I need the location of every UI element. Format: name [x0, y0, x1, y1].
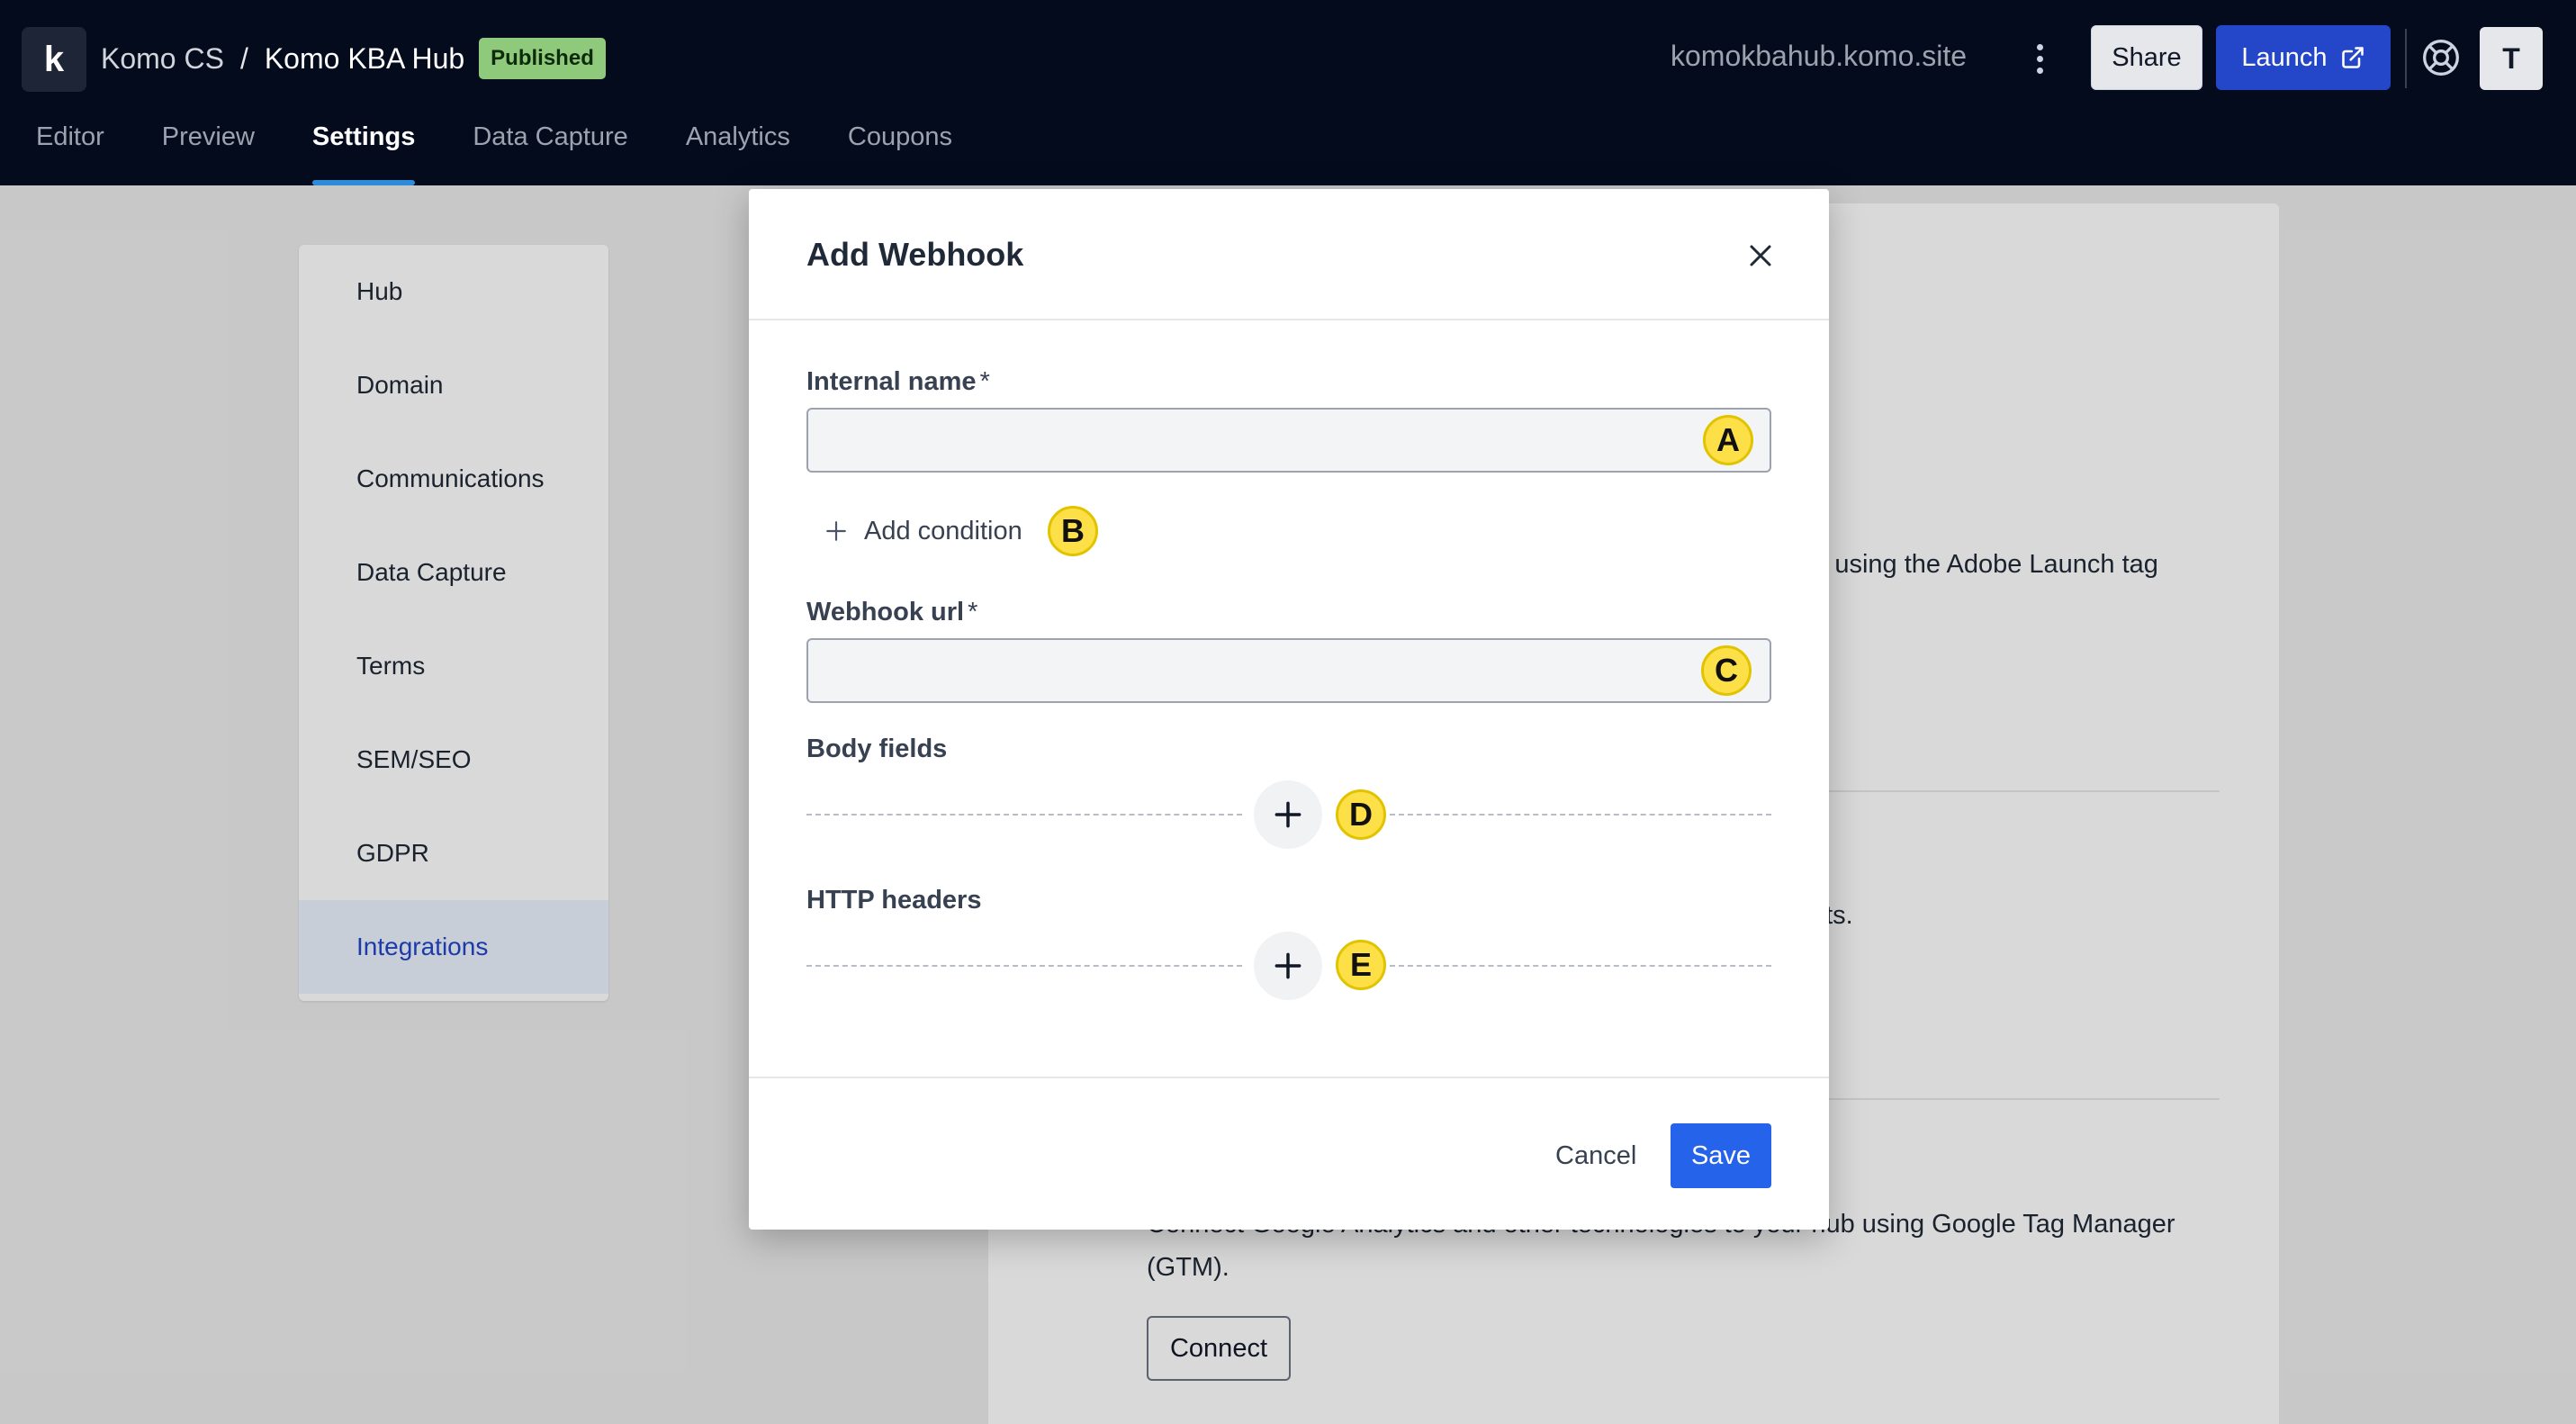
main-tabs: Editor Preview Settings Data Capture Ana…: [36, 119, 952, 185]
marker-c: C: [1701, 645, 1752, 696]
add-condition-button[interactable]: Add condition: [824, 509, 1022, 554]
close-icon: [1750, 245, 1771, 266]
plus-icon: [1274, 952, 1302, 979]
webhook-url-input[interactable]: [806, 638, 1771, 703]
internal-name-input[interactable]: [806, 408, 1771, 473]
tab-analytics[interactable]: Analytics: [686, 119, 790, 185]
cancel-button[interactable]: Cancel: [1537, 1123, 1654, 1188]
komo-logo[interactable]: k: [22, 27, 86, 92]
breadcrumb-separator: /: [239, 41, 248, 75]
marker-d: D: [1336, 789, 1386, 840]
add-condition-label: Add condition: [864, 516, 1022, 545]
webhook-url-label-text: Webhook url: [806, 598, 965, 626]
http-headers-divider: [806, 965, 1242, 967]
external-link-icon: [2341, 47, 2364, 68]
help-icon[interactable]: [2421, 38, 2461, 77]
webhook-url-label: Webhook url *: [806, 598, 977, 627]
more-options-icon[interactable]: [2025, 36, 2054, 81]
http-headers-divider: [1390, 965, 1771, 967]
breadcrumb-hub[interactable]: Komo KBA Hub: [265, 42, 464, 76]
plus-icon: [826, 521, 846, 541]
add-http-header-button[interactable]: [1254, 932, 1322, 1000]
marker-b: B: [1048, 506, 1098, 556]
marker-a: A: [1703, 415, 1753, 465]
tab-data-capture[interactable]: Data Capture: [473, 119, 628, 185]
required-mark: *: [979, 367, 990, 396]
breadcrumb: Komo CS / Komo KBA Hub Published: [101, 36, 606, 81]
http-headers-label: HTTP headers: [806, 886, 982, 915]
header-divider: [2405, 29, 2407, 88]
user-avatar[interactable]: T: [2480, 27, 2543, 90]
launch-button-label: Launch: [2241, 42, 2328, 72]
plus-icon: [1274, 801, 1302, 828]
breadcrumb-org[interactable]: Komo CS: [101, 42, 224, 76]
modal-footer: Cancel Save: [749, 1077, 1829, 1230]
add-webhook-modal: Add Webhook Internal name * A Add conditi…: [749, 189, 1829, 1230]
share-button[interactable]: Share: [2091, 25, 2202, 90]
top-bar: k Komo CS / Komo KBA Hub Published komok…: [0, 0, 2576, 185]
close-button[interactable]: [1739, 234, 1782, 277]
tab-settings[interactable]: Settings: [311, 119, 416, 185]
status-badge: Published: [479, 38, 606, 79]
save-button[interactable]: Save: [1671, 1123, 1771, 1188]
body-fields-label: Body fields: [806, 735, 948, 763]
marker-e: E: [1336, 940, 1386, 990]
add-body-field-button[interactable]: [1254, 780, 1322, 849]
internal-name-label: Internal name *: [806, 367, 990, 397]
body-fields-divider: [806, 814, 1242, 816]
tab-preview[interactable]: Preview: [162, 119, 255, 185]
required-mark: *: [968, 598, 978, 626]
modal-header: Add Webhook: [749, 189, 1829, 320]
tab-coupons[interactable]: Coupons: [848, 119, 952, 185]
launch-button[interactable]: Launch: [2216, 25, 2391, 90]
site-url[interactable]: komokbahub.komo.site: [1671, 40, 1967, 73]
modal-title: Add Webhook: [806, 236, 1024, 273]
body-fields-divider: [1390, 814, 1771, 816]
internal-name-label-text: Internal name: [806, 367, 977, 396]
tab-editor[interactable]: Editor: [36, 119, 104, 185]
